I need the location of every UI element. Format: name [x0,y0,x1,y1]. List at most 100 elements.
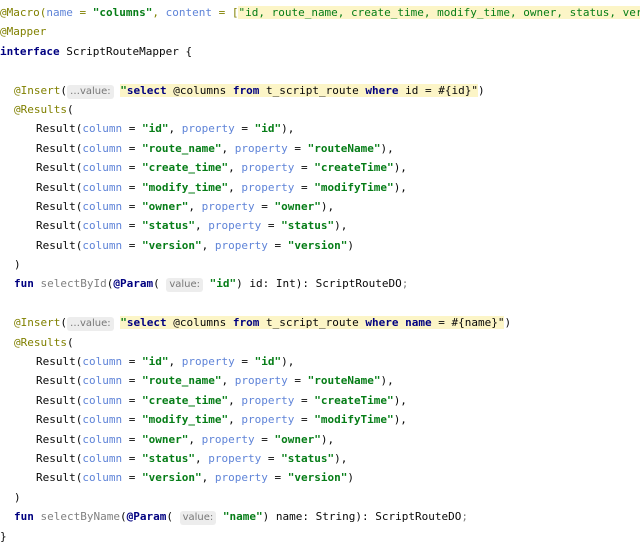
column-value: "id" [142,355,169,369]
result-mapping-line[interactable]: Result(column = "status", property = "st… [0,216,640,235]
results-block-1: Result(column = "id", property = "id"), R… [0,119,640,255]
result-mapping-line[interactable]: Result(column = "owner", property = "own… [0,430,640,449]
column-param: column [82,432,123,446]
property-value: "modifyTime" [314,180,394,194]
column-value: "modify_time" [142,413,229,427]
property-value: "createTime" [314,161,394,175]
code-line-results-2[interactable]: @Results( [0,333,640,352]
result-call: Result [36,393,76,407]
column-value: "create_time" [142,393,229,407]
property-param: property [201,432,255,446]
result-mapping-line[interactable]: Result(column = "id", property = "id"), [0,119,640,138]
code-line-blank[interactable] [0,294,640,313]
property-value: "version" [287,238,348,252]
property-param: property [208,451,262,465]
column-value: "modify_time" [142,180,229,194]
code-line-interface[interactable]: interface ScriptRouteMapper { [0,42,640,61]
property-param: property [241,393,295,407]
column-value: "status" [142,451,195,465]
interface-keyword: interface [0,44,60,58]
column-param: column [82,393,123,407]
result-call: Result [36,374,76,388]
column-param: column [82,199,123,213]
result-call: Result [36,161,76,175]
property-value: "status" [281,219,335,233]
property-param: property [234,374,288,388]
code-line-close-brace[interactable]: } [0,527,640,546]
code-line-results-1[interactable]: @Results( [0,100,640,119]
column-param: column [82,238,123,252]
result-call: Result [36,141,76,155]
sql-query-by-name: "select @columns from t_script_route whe… [120,316,505,330]
result-call: Result [36,432,76,446]
results-annotation: @Results [14,335,67,349]
insert-annotation: @Insert [14,316,61,330]
result-call: Result [36,355,76,369]
result-mapping-line[interactable]: Result(column = "id", property = "id"), [0,352,640,371]
result-call: Result [36,238,76,252]
result-call: Result [36,471,76,485]
column-param: column [82,141,123,155]
result-mapping-line[interactable]: Result(column = "route_name", property =… [0,371,640,390]
column-param: column [82,471,123,485]
column-param: column [82,413,123,427]
column-param: column [82,451,123,465]
column-param: column [82,219,123,233]
result-mapping-line[interactable]: Result(column = "modify_time", property … [0,410,640,429]
result-mapping-line[interactable]: Result(column = "version", property = "v… [0,236,640,255]
column-value: "owner" [142,199,189,213]
code-line-mapper[interactable]: @Mapper [0,22,640,41]
result-mapping-line[interactable]: Result(column = "modify_time", property … [0,178,640,197]
code-editor[interactable]: @Macro(name = "columns", content = ["id,… [0,0,640,543]
param-hint: …value: [66,84,114,99]
property-param: property [214,471,268,485]
code-line-insert-2[interactable]: @Insert(…value: "select @columns from t_… [0,313,640,332]
insert-annotation: @Insert [14,83,61,97]
code-line-results-close-2[interactable]: ) [0,488,640,507]
result-mapping-line[interactable]: Result(column = "version", property = "v… [0,468,640,487]
result-mapping-line[interactable]: Result(column = "owner", property = "own… [0,197,640,216]
result-mapping-line[interactable]: Result(column = "status", property = "st… [0,449,640,468]
property-value: "createTime" [314,393,394,407]
code-line-fun-select-by-id[interactable]: fun selectById(@Param( value: "id") id: … [0,274,640,293]
column-value: "owner" [142,432,189,446]
param-annotation: @Param [126,510,167,524]
result-call: Result [36,413,76,427]
result-mapping-line[interactable]: Result(column = "create_time", property … [0,391,640,410]
property-param: property [181,122,235,136]
param-hint: …value: [66,317,114,332]
column-value: "route_name" [142,374,222,388]
sql-query-by-id: "select @columns from t_script_route whe… [120,83,478,97]
result-call: Result [36,199,76,213]
code-line-results-close-1[interactable]: ) [0,255,640,274]
result-call: Result [36,219,76,233]
result-call: Result [36,451,76,465]
column-param: column [82,374,123,388]
column-param: column [82,122,123,136]
code-line-blank[interactable] [0,61,640,80]
result-mapping-line[interactable]: Result(column = "route_name", property =… [0,139,640,158]
result-mapping-line[interactable]: Result(column = "create_time", property … [0,158,640,177]
property-param: property [234,141,288,155]
code-line-fun-select-by-name[interactable]: fun selectByName(@Param( value: "name") … [0,507,640,526]
interface-name: ScriptRouteMapper { [59,44,193,58]
property-value: "status" [281,451,335,465]
code-line-insert-1[interactable]: @Insert(…value: "select @columns from t_… [0,81,640,100]
column-value: "status" [142,219,195,233]
column-value: "create_time" [142,161,229,175]
column-value: "version" [142,238,202,252]
property-value: "routeName" [307,374,381,388]
function-name: selectByName [33,510,120,524]
function-name: selectById [33,277,107,291]
code-line-macro[interactable]: @Macro(name = "columns", content = ["id,… [0,3,640,22]
property-param: property [208,219,262,233]
property-param: property [241,413,295,427]
param-annotation: @Param [113,277,154,291]
column-param: column [82,161,123,175]
property-value: "routeName" [307,141,381,155]
results-block-2: Result(column = "id", property = "id"), R… [0,352,640,488]
property-value: "id" [254,355,282,369]
result-call: Result [36,180,76,194]
column-param: column [82,180,123,194]
column-value: "route_name" [142,141,222,155]
